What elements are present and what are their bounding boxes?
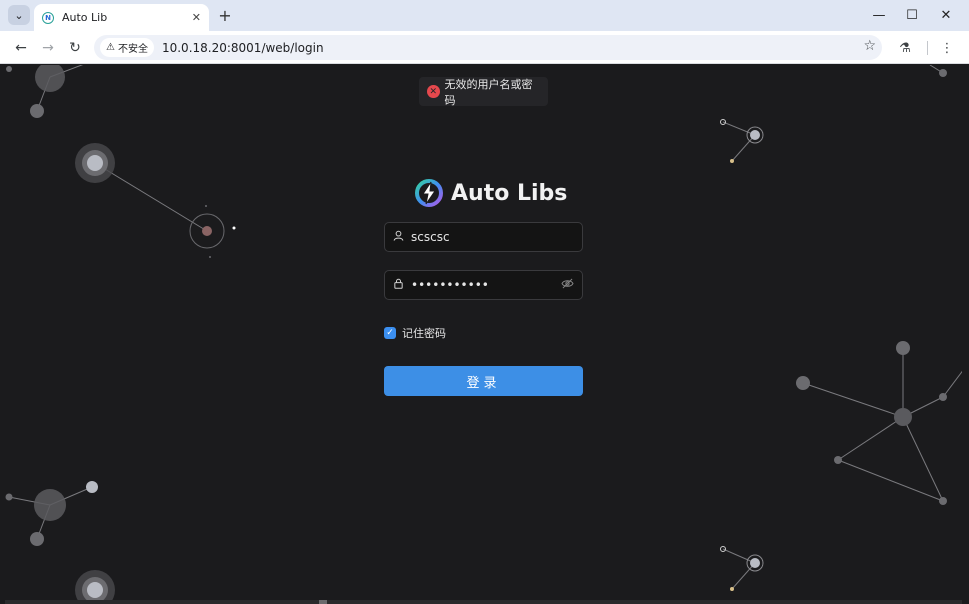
favicon-icon: N bbox=[42, 11, 54, 24]
remember-checkbox[interactable]: ✓ bbox=[384, 327, 396, 339]
eye-off-icon[interactable] bbox=[561, 278, 574, 292]
url-text[interactable]: 10.0.18.20:8001/web/login bbox=[162, 41, 324, 55]
reload-button[interactable]: ↻ bbox=[64, 37, 86, 59]
arrow-right-icon: → bbox=[42, 40, 54, 56]
scrollbar-thumb[interactable] bbox=[319, 600, 327, 604]
close-icon[interactable]: ✕ bbox=[192, 11, 201, 24]
remember-password[interactable]: ✓ 记住密码 bbox=[384, 325, 446, 341]
username-field[interactable]: scscsc bbox=[384, 222, 583, 252]
arrow-left-icon: ← bbox=[15, 40, 27, 56]
maximize-button[interactable]: ☐ bbox=[900, 5, 924, 25]
horizontal-scrollbar[interactable] bbox=[5, 600, 962, 604]
security-indicator[interactable]: ⚠ 不安全 bbox=[100, 38, 154, 57]
password-field[interactable]: ••••••••••• bbox=[384, 270, 583, 300]
tab-title: Auto Lib bbox=[62, 11, 108, 24]
window-edge bbox=[962, 65, 969, 604]
address-bar[interactable]: ⚠ 不安全 10.0.18.20:8001/web/login ☆ bbox=[94, 35, 882, 60]
more-menu-icon[interactable]: ⋮ bbox=[936, 37, 958, 59]
labs-flask-icon[interactable]: ⚗ bbox=[894, 37, 916, 59]
chevron-down-icon: ⌄ bbox=[14, 8, 24, 22]
username-input[interactable]: scscsc bbox=[411, 230, 574, 244]
forward-button[interactable]: → bbox=[37, 37, 59, 59]
back-button[interactable]: ← bbox=[10, 37, 32, 59]
brand-header: Auto Libs bbox=[415, 177, 567, 209]
warning-icon: ⚠ bbox=[106, 42, 115, 53]
password-input[interactable]: ••••••••••• bbox=[411, 278, 561, 292]
browser-tab-bar: ⌄ N Auto Lib ✕ + — ☐ ✕ bbox=[0, 0, 969, 31]
window-close-button[interactable]: ✕ bbox=[934, 5, 958, 25]
tab-search-button[interactable]: ⌄ bbox=[8, 5, 30, 25]
user-icon bbox=[393, 230, 407, 244]
error-toast: ✕ 无效的用户名或密码 bbox=[419, 77, 548, 107]
reload-icon: ↻ bbox=[69, 40, 81, 56]
minimize-button[interactable]: — bbox=[867, 5, 891, 25]
new-tab-button[interactable]: + bbox=[216, 6, 234, 25]
remember-label: 记住密码 bbox=[402, 327, 446, 340]
toolbar-divider bbox=[927, 41, 928, 55]
toast-message: 无效的用户名或密码 bbox=[444, 77, 533, 107]
login-button[interactable]: 登录 bbox=[384, 366, 583, 396]
lightning-logo-icon bbox=[415, 179, 443, 207]
lock-icon bbox=[393, 278, 407, 292]
error-circle-icon: ✕ bbox=[427, 85, 440, 98]
page-viewport: ✕ 无效的用户名或密码 Auto Libs scscsc •••••••••••… bbox=[5, 65, 962, 600]
particle-network-background bbox=[5, 65, 962, 600]
browser-toolbar: ← → ↻ ⚠ 不安全 10.0.18.20:8001/web/login ☆ … bbox=[0, 31, 969, 64]
brand-name: Auto Libs bbox=[451, 180, 568, 206]
bookmark-star-icon[interactable]: ☆ bbox=[863, 38, 876, 54]
security-label: 不安全 bbox=[117, 44, 148, 55]
browser-tab-active[interactable]: N Auto Lib ✕ bbox=[34, 4, 209, 31]
